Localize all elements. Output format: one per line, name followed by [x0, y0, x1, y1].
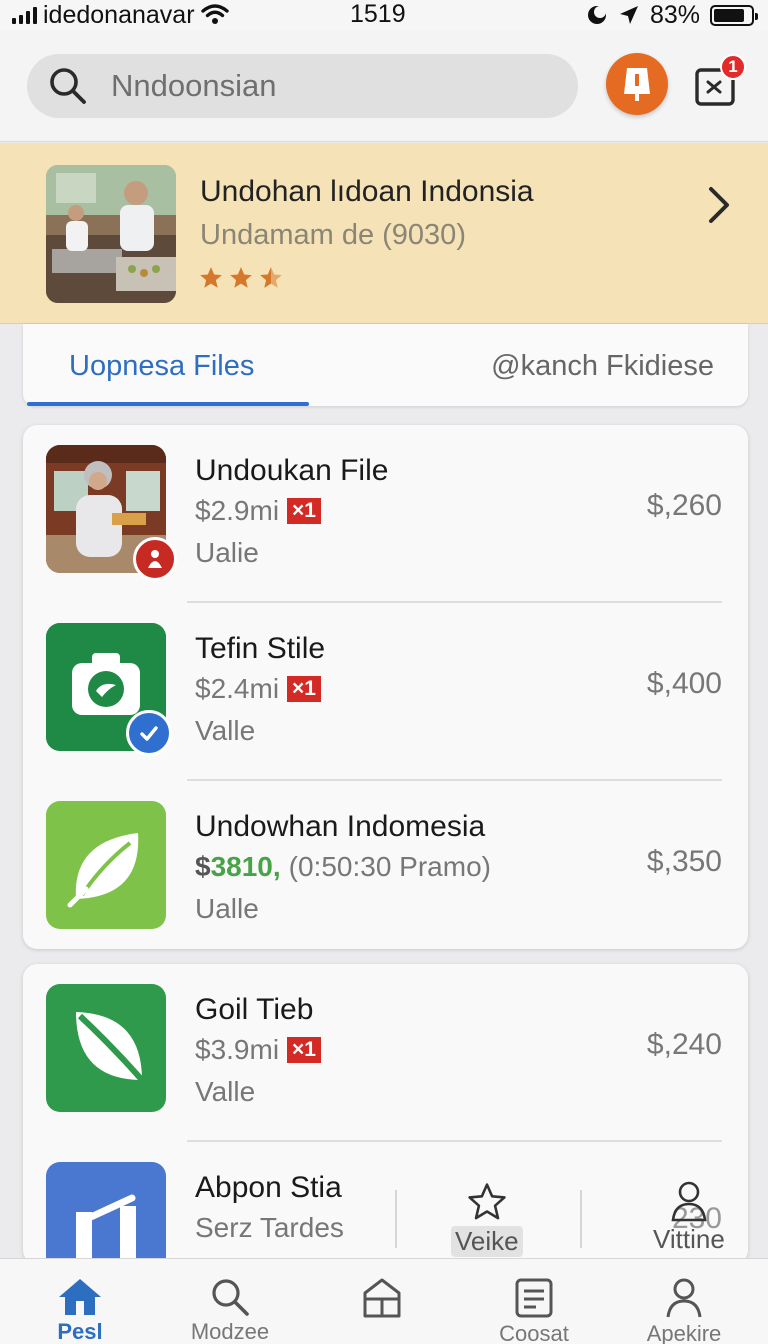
- nav-search[interactable]: Modzee: [170, 1277, 290, 1344]
- wifi-icon: [200, 4, 229, 24]
- item-price: $3810, (0:50:30 Pramo): [195, 851, 491, 883]
- item-amount: $,260: [646, 489, 722, 522]
- item-condition: Ualle: [195, 893, 259, 924]
- nav-profile-label: Apekire: [646, 1321, 722, 1344]
- banner-subtitle: Undamam de (9030): [200, 219, 466, 251]
- verified-badge: [126, 710, 172, 756]
- item-condition: Valle: [195, 1076, 256, 1107]
- alert-badge: [133, 537, 177, 581]
- leaf-app-icon: [46, 801, 166, 929]
- carrier-name: idedonanavar: [43, 0, 195, 29]
- chart-app-icon: [46, 1162, 166, 1264]
- status-bar: idedonanavar 1519 83%: [0, 0, 768, 30]
- favorite-label: Veike: [451, 1226, 523, 1257]
- leaf-app-icon: [46, 984, 166, 1112]
- leaf-icon: [46, 801, 166, 929]
- app-header: Nndoonsian 1: [0, 30, 768, 142]
- moon-icon: [587, 6, 606, 24]
- home-icon: [59, 1279, 101, 1315]
- search-bar[interactable]: Nndoonsian: [27, 54, 578, 118]
- chevron-right-icon[interactable]: [703, 183, 733, 227]
- item-price: $2.9mi ×1: [195, 495, 321, 527]
- bottom-navigation: Pesl Modzee Coosat Apekire: [0, 1258, 768, 1344]
- item-name: Tefin Stile: [195, 632, 326, 665]
- list-item[interactable]: Tefin Stile $2.4mi ×1 Valle $,400: [23, 603, 748, 781]
- items-card: Undoukan File $2.9mi ×1 Ualie $,260 Tefi…: [23, 425, 748, 949]
- list-item[interactable]: Goil Tieb $3.9mi ×1 Valle $,240: [23, 964, 748, 1142]
- item-price-text: $2.9mi: [195, 495, 280, 526]
- tab-files[interactable]: Uopnesa Files: [69, 350, 254, 383]
- quick-actions: Veike Vittine: [395, 1170, 748, 1260]
- quantity-tag: ×1: [287, 498, 321, 524]
- clock: 1519: [350, 0, 406, 28]
- item-condition: Ualie: [195, 537, 259, 568]
- star-outline-icon: [468, 1183, 506, 1220]
- nav-list[interactable]: Coosat: [474, 1277, 594, 1344]
- battery-icon: [710, 4, 758, 26]
- price-prefix: $: [195, 851, 211, 882]
- favorite-button[interactable]: Veike: [451, 1180, 523, 1257]
- battery-fill: [714, 8, 744, 22]
- list-item[interactable]: Undoukan File $2.9mi ×1 Ualie $,260: [23, 425, 748, 603]
- item-name: Goil Tieb: [195, 993, 314, 1026]
- item-name: Undowhan Indomesia: [195, 810, 486, 843]
- signal-icon: [12, 6, 37, 24]
- banner-title: Undohan lıdoan Indonsia: [200, 175, 534, 208]
- search-placeholder: Nndoonsian: [111, 68, 277, 103]
- item-price-text: $3.9mi: [195, 1034, 280, 1065]
- nav-profile[interactable]: Apekire: [624, 1277, 744, 1344]
- item-price: $2.4mi ×1: [195, 673, 321, 705]
- status-right: 83%: [586, 0, 758, 30]
- quantity-tag: ×1: [287, 1037, 321, 1063]
- nav-store[interactable]: [322, 1277, 442, 1321]
- item-subtitle-text: Serz Tardes: [195, 1212, 344, 1243]
- star-icon: [230, 267, 252, 288]
- promo-note: (0:50:30 Pramo): [288, 851, 491, 882]
- nav-list-label: Coosat: [499, 1321, 569, 1344]
- rating-stars: [198, 265, 284, 291]
- notification-button[interactable]: [606, 53, 668, 115]
- profile-action-button[interactable]: Vittine: [653, 1180, 725, 1255]
- bell-icon: [624, 68, 650, 101]
- half-star-icon: [260, 267, 282, 288]
- item-amount: $,350: [646, 845, 722, 878]
- featured-banner[interactable]: Undohan lıdoan Indonsia Undamam de (9030…: [0, 143, 768, 324]
- search-icon: [50, 68, 86, 104]
- items-card: Goil Tieb $3.9mi ×1 Valle $,240 Abpon St…: [23, 964, 748, 1264]
- promo-price: 3810,: [210, 851, 281, 882]
- quantity-tag: ×1: [287, 676, 321, 702]
- person-icon: [148, 550, 162, 568]
- nav-search-label: Modzee: [190, 1319, 270, 1344]
- item-amount: $,400: [646, 667, 722, 700]
- profile-outline-icon: [671, 1181, 707, 1222]
- store-icon: [363, 1278, 401, 1318]
- item-condition: Valle: [195, 715, 256, 746]
- tab-bar: Uopnesa Files @kanch Fkidiese: [23, 324, 748, 406]
- nav-home[interactable]: Pesl: [20, 1277, 140, 1344]
- profile-action-label: Vittine: [653, 1224, 725, 1254]
- cart-button[interactable]: 1: [694, 54, 746, 108]
- chart-icon: [46, 1162, 166, 1264]
- tab-indicator: [27, 402, 309, 406]
- nav-home-label: Pesl: [57, 1319, 103, 1344]
- list-item[interactable]: Undowhan Indomesia $3810, (0:50:30 Pramo…: [23, 781, 748, 949]
- leaf-icon: [46, 984, 166, 1112]
- featured-photo: [46, 165, 176, 303]
- item-name: Abpon Stia: [195, 1171, 342, 1204]
- battery-percent: 83%: [649, 0, 700, 29]
- item-price: $3.9mi ×1: [195, 1034, 321, 1066]
- item-name: Undoukan File: [195, 454, 389, 487]
- star-icon: [200, 267, 222, 288]
- item-subtitle: Serz Tardes: [195, 1212, 344, 1244]
- item-price-text: $2.4mi: [195, 673, 280, 704]
- location-arrow-icon: [619, 6, 638, 24]
- list-icon: [515, 1278, 553, 1318]
- item-amount: $,240: [646, 1028, 722, 1061]
- tab-search-files[interactable]: @kanch Fkidiese: [491, 350, 714, 383]
- search-icon: [212, 1279, 249, 1316]
- profile-icon: [666, 1278, 702, 1318]
- cart-badge: 1: [720, 54, 746, 80]
- check-icon: [140, 726, 158, 741]
- carrier-info: idedonanavar: [12, 0, 229, 30]
